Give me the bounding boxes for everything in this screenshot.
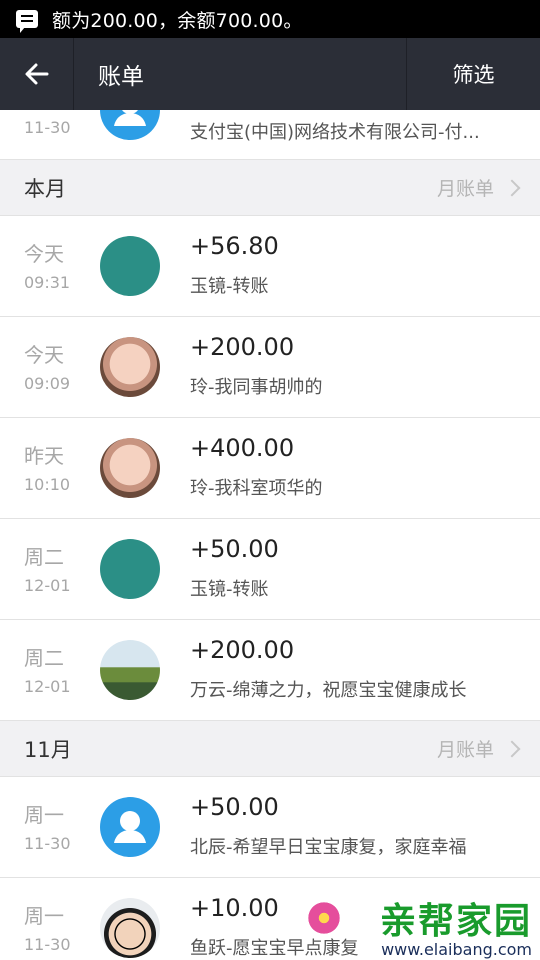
item-time: 12-01	[24, 677, 71, 696]
avatar	[100, 640, 160, 700]
avatar	[100, 898, 160, 958]
filter-button[interactable]: 筛选	[406, 38, 540, 110]
avatar	[100, 236, 160, 296]
item-amount: +56.80	[190, 232, 279, 260]
avatar	[100, 438, 160, 498]
list-item[interactable]: 周二 12-01 +50.00 玉镜-转账	[0, 519, 540, 620]
item-time: 10:10	[24, 475, 71, 494]
list-item[interactable]: 今天 09:31 +56.80 玉镜-转账	[0, 216, 540, 317]
item-day: 今天	[24, 242, 64, 266]
chevron-right-icon	[503, 740, 521, 757]
item-time: 09:09	[24, 374, 71, 393]
item-amount: +400.00	[190, 434, 295, 462]
item-description: 玲-我科室项华的	[190, 478, 323, 499]
list-item[interactable]: 今天 09:09 +200.00 玲-我同事胡帅的	[0, 317, 540, 418]
bill-list[interactable]: 11-30 支付宝(中国)网络技术有限公司-付... 本月 月账单 今天 09:31 +…	[0, 110, 540, 960]
item-day: 周一	[24, 803, 64, 827]
avatar	[100, 337, 160, 397]
monthly-bill-label: 月账单	[436, 178, 494, 200]
section-title: 本月	[24, 176, 66, 201]
item-description: 玉镜-转账	[190, 276, 269, 297]
page-title: 账单	[98, 64, 144, 90]
back-button[interactable]	[0, 38, 74, 110]
item-description: 鱼跃-愿宝宝早点康复	[190, 938, 359, 959]
section-title: 11月	[24, 737, 72, 762]
monthly-bill-link[interactable]: 月账单	[436, 735, 521, 762]
monthly-bill-label: 月账单	[436, 739, 494, 761]
item-day: 周二	[24, 545, 64, 569]
chevron-right-icon	[503, 179, 521, 196]
item-description: 玉镜-转账	[190, 579, 269, 600]
item-time: 11-30	[24, 834, 71, 853]
item-description: 万云-绵薄之力，祝愿宝宝健康成长	[190, 680, 467, 701]
item-amount: +200.00	[190, 333, 295, 361]
item-description: 北辰-希望早日宝宝康复，家庭幸福	[190, 837, 467, 858]
section-header: 本月 月账单	[0, 160, 540, 216]
item-time: 11-30	[24, 935, 71, 954]
list-item[interactable]: 周一 11-30 +10.00 鱼跃-愿宝宝早点康复	[0, 878, 540, 960]
item-description: 支付宝(中国)网络技术有限公司-付...	[190, 122, 480, 143]
arrow-left-icon	[25, 63, 48, 85]
monthly-bill-link[interactable]: 月账单	[436, 174, 521, 201]
section-header: 11月 月账单	[0, 721, 540, 777]
app-bar: 账单 筛选	[0, 38, 540, 110]
item-amount: +50.00	[190, 793, 279, 821]
item-day: 周二	[24, 646, 64, 670]
avatar	[100, 797, 160, 857]
status-message: 额为200.00，余额700.00。	[52, 9, 303, 32]
item-time: 12-01	[24, 576, 71, 595]
list-item[interactable]: 昨天 10:10 +400.00 玲-我科室项华的	[0, 418, 540, 519]
item-amount: +200.00	[190, 636, 295, 664]
avatar	[100, 110, 160, 140]
avatar	[100, 539, 160, 599]
list-item[interactable]: 周一 11-30 +50.00 北辰-希望早日宝宝康复，家庭幸福	[0, 777, 540, 878]
item-amount: +10.00	[190, 894, 279, 922]
item-day: 周一	[24, 904, 64, 928]
item-day: 昨天	[24, 444, 64, 468]
item-description: 玲-我同事胡帅的	[190, 377, 323, 398]
status-bar: 额为200.00，余额700.00。	[0, 0, 540, 38]
item-time: 09:31	[24, 273, 71, 292]
item-day: 今天	[24, 343, 64, 367]
list-item[interactable]: 周二 12-01 +200.00 万云-绵薄之力，祝愿宝宝健康成长	[0, 620, 540, 721]
item-date: 11-30	[24, 118, 71, 137]
message-icon	[16, 10, 38, 33]
list-item[interactable]: 11-30 支付宝(中国)网络技术有限公司-付...	[0, 110, 540, 160]
item-amount: +50.00	[190, 535, 279, 563]
